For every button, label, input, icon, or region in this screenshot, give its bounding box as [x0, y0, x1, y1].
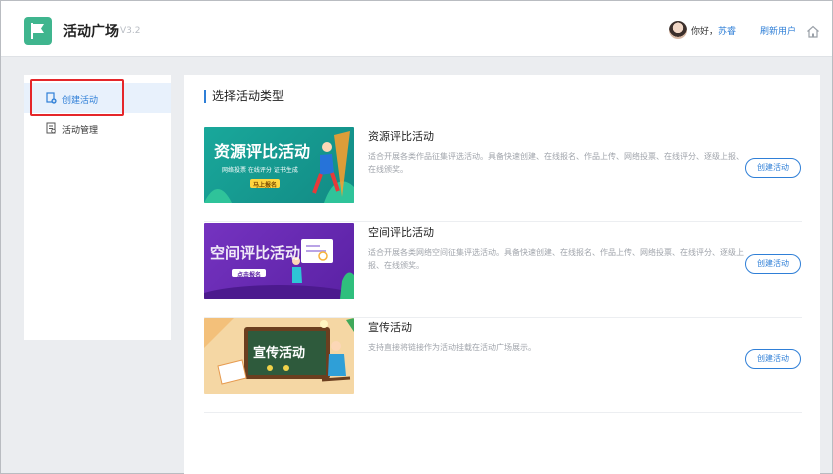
- app-logo-icon[interactable]: [24, 17, 52, 45]
- card-description: 适合开展各类网络空间征集评选活动。具备快速创建、在线报名、作品上传、网络投票、在…: [368, 248, 744, 270]
- card-title: 空间评比活动: [368, 226, 434, 239]
- banner-badge: 点击报名: [237, 272, 262, 279]
- user-greeting: 你好，苏睿: [691, 24, 736, 37]
- sidebar-item-label: 活动管理: [62, 126, 99, 136]
- banner-heading: 资源评比活动: [214, 142, 311, 161]
- banner-heading: 空间评比活动: [210, 244, 301, 262]
- create-activity-button[interactable]: 创建活动: [745, 254, 801, 274]
- section-title: 选择活动类型: [204, 90, 284, 103]
- activity-type-card: 资源评比活动 网络投票 在线评分 证书生成 马上报名 资源评比活动 适合开展各类…: [204, 127, 802, 222]
- home-icon[interactable]: [806, 23, 820, 42]
- activity-type-card: 空间评比活动 点击报名 空间评比活动 适合开展各类网络空间征集评选活动。具备快速…: [204, 223, 802, 318]
- promotion-activity-banner[interactable]: 宣传活动: [204, 318, 354, 394]
- card-description: 适合开展各类作品征集评选活动。具备快速创建、在线报名、作品上传、网络投票、在线评…: [368, 152, 744, 174]
- main-panel: 选择活动类型 资源评比活动 网络投票 在线评分 证书生成 马上报名 资源评比活动…: [184, 75, 820, 474]
- card-title: 资源评比活动: [368, 130, 434, 143]
- highlight-annotation: [30, 79, 124, 116]
- banner-badge: 马上报名: [253, 182, 278, 189]
- create-activity-button[interactable]: 创建活动: [745, 349, 801, 369]
- sidebar-item-activity-manage[interactable]: 活动管理: [24, 113, 171, 143]
- refresh-user-link[interactable]: 刷新用户: [760, 24, 796, 37]
- top-header: 活动广场 V3.2 你好，苏睿 刷新用户: [1, 1, 832, 57]
- resource-activity-banner[interactable]: 资源评比活动 网络投票 在线评分 证书生成 马上报名: [204, 127, 354, 203]
- activity-manage-icon: [46, 122, 57, 137]
- card-description: 支持直接将链接作为活动挂载在活动广场展示。: [368, 343, 536, 352]
- greeting-text: 你好，: [691, 27, 719, 37]
- app-version: V3.2: [120, 26, 141, 36]
- banner-heading: 宣传活动: [253, 346, 306, 361]
- create-activity-button[interactable]: 创建活动: [745, 158, 801, 178]
- space-activity-banner[interactable]: 空间评比活动 点击报名: [204, 223, 354, 299]
- banner-subheading: 网络投票 在线评分 证书生成: [222, 167, 298, 174]
- card-title: 宣传活动: [368, 321, 412, 334]
- app-title: 活动广场: [63, 24, 119, 40]
- activity-type-card: 宣传活动 宣传活动 支持直接将链接作为活动挂载在活动广场展示。 创建活动: [204, 318, 802, 413]
- avatar[interactable]: [669, 21, 687, 39]
- user-name-link[interactable]: 苏睿: [718, 27, 736, 37]
